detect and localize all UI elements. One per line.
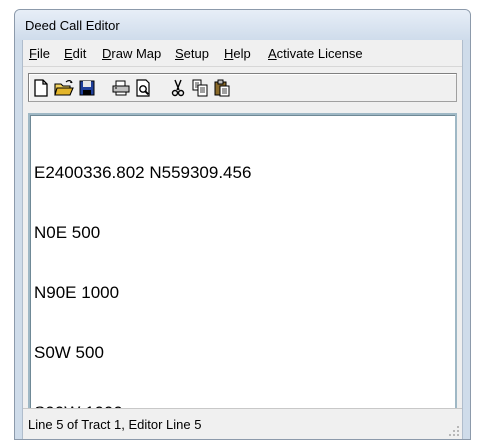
menu-bar: File Edit Draw Map Setup Help Activate L… xyxy=(23,40,462,67)
open-folder-icon[interactable] xyxy=(54,79,74,97)
menu-draw-map[interactable]: Draw Map xyxy=(102,46,161,61)
menu-file[interactable]: File xyxy=(29,46,50,61)
save-disk-icon[interactable] xyxy=(78,79,96,97)
editor-line: E2400336.802 N559309.456 xyxy=(34,163,252,182)
editor-line: S0W 500 xyxy=(34,343,104,362)
cut-scissors-icon[interactable] xyxy=(169,79,187,97)
resize-grip-icon[interactable] xyxy=(449,426,459,436)
menu-help[interactable]: Help xyxy=(224,46,251,61)
toolbar xyxy=(28,73,457,102)
print-icon[interactable] xyxy=(112,79,130,97)
deed-call-text-editor[interactable]: E2400336.802 N559309.456 N0E 500 N90E 10… xyxy=(28,113,457,422)
deed-call-editor-window: Deed Call Editor File Edit Draw Map Setu… xyxy=(14,9,471,440)
copy-icon[interactable] xyxy=(191,79,209,97)
editor-line: N0E 500 xyxy=(34,223,101,242)
new-file-icon[interactable] xyxy=(32,79,50,97)
window-client-area: File Edit Draw Map Setup Help Activate L… xyxy=(22,40,463,439)
editor-text[interactable]: E2400336.802 N559309.456 N0E 500 N90E 10… xyxy=(30,115,455,422)
paste-icon[interactable] xyxy=(213,79,231,97)
menu-edit[interactable]: Edit xyxy=(64,46,86,61)
print-preview-icon[interactable] xyxy=(134,79,152,97)
menu-activate-license[interactable]: Activate License xyxy=(268,46,363,61)
status-bar: Line 5 of Tract 1, Editor Line 5 xyxy=(23,408,462,439)
editor-line: N90E 1000 xyxy=(34,283,120,302)
window-title: Deed Call Editor xyxy=(25,18,120,33)
title-bar[interactable]: Deed Call Editor xyxy=(15,10,470,40)
status-text: Line 5 of Tract 1, Editor Line 5 xyxy=(28,417,202,432)
menu-setup[interactable]: Setup xyxy=(175,46,209,61)
